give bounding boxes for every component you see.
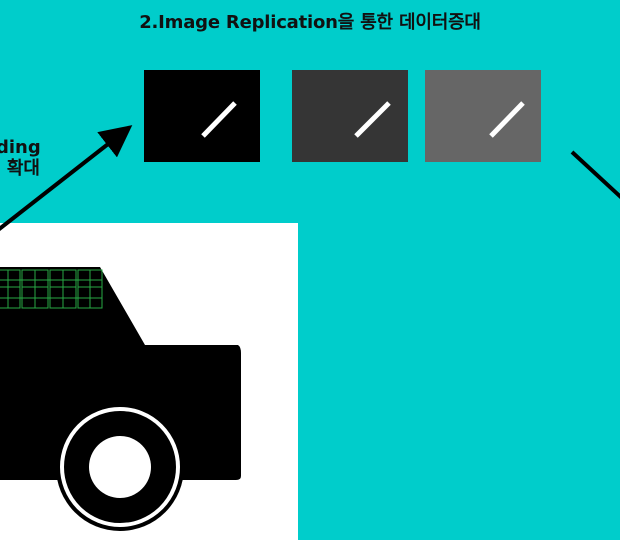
truck-wheel-hub (89, 436, 151, 498)
truck-image-panel (0, 223, 298, 540)
side-label-line-2: 확대 (6, 158, 40, 179)
replicated-tile-1 (144, 70, 260, 162)
side-label: ding 확대 (0, 137, 41, 179)
tile-3-background (425, 70, 541, 162)
tile-1-background (144, 70, 260, 162)
replicated-tile-2 (292, 70, 408, 162)
arrow-to-right (570, 150, 620, 200)
side-label-line-1: ding (0, 137, 41, 158)
tile-2-background (292, 70, 408, 162)
page-title: 2.Image Replication을 통한 데이터증대 (139, 12, 481, 33)
replicated-tile-3 (425, 70, 541, 162)
